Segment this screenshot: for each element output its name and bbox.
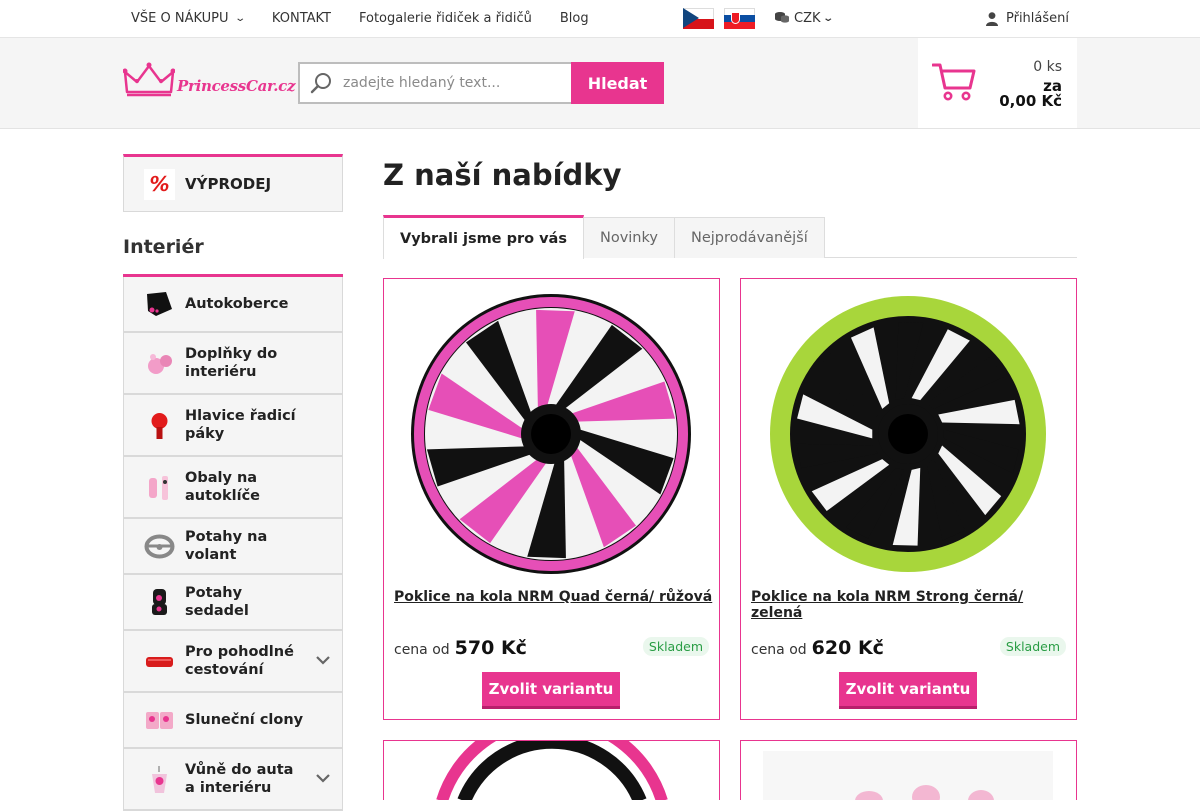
price-value: 620 Kč xyxy=(811,637,884,659)
top-bar: VŠE O NÁKUPU ⌄ KONTAKT Fotogalerie řidič… xyxy=(0,0,1200,38)
slovak-flag-icon[interactable] xyxy=(724,8,755,29)
nav-item-label: KONTAKT xyxy=(271,11,331,26)
cart-count: 0 ks xyxy=(1033,59,1062,75)
sidebar-item-vune[interactable]: Vůně do auta a interiéru xyxy=(123,749,343,811)
sidebar-item-label: Vůně do auta a interiéru xyxy=(185,762,294,796)
page-title: Z naší nabídky xyxy=(383,158,622,192)
category-list: Autokoberce Doplňky do interiéru Hlavice… xyxy=(123,274,343,811)
currency-selector[interactable]: CZK ⌄ xyxy=(775,0,834,37)
main-content: Z naší nabídky Vybrali jsme pro vás Novi… xyxy=(383,154,1077,800)
hubcap-image xyxy=(411,294,691,574)
sidebar-item-potahy-sedadel[interactable]: Potahy sedadel xyxy=(123,575,343,631)
price-prefix: cena od xyxy=(394,642,450,658)
sidebar-item-slunecni-clony[interactable]: Sluneční clony xyxy=(123,693,343,749)
cart-total: 0,00 Kč xyxy=(999,92,1062,110)
login-label: Přihlášení xyxy=(1005,11,1069,26)
sidebar-item-vyprodej[interactable]: % VÝPRODEJ xyxy=(123,154,343,212)
chevron-down-icon[interactable] xyxy=(316,655,330,665)
price-prefix: cena od xyxy=(751,642,807,658)
seat-cover-icon xyxy=(144,587,175,618)
product-grid: Poklice na kola NRM Quad černá/ růžová c… xyxy=(383,278,1077,800)
login-link[interactable]: Přihlášení xyxy=(985,0,1069,37)
crown-icon xyxy=(123,62,175,97)
language-switcher xyxy=(683,8,755,29)
sidebar-item-label: Potahy na volant xyxy=(185,529,268,563)
sidebar-item-potahy-volant[interactable]: Potahy na volant xyxy=(123,519,343,575)
sidebar-item-pro-pohodlne[interactable]: Pro pohodlné cestování xyxy=(123,631,343,693)
choose-variant-button[interactable]: Zvolit variantu xyxy=(482,672,620,709)
stock-badge: Skladem xyxy=(999,637,1066,656)
nav-item-kontakt[interactable]: KONTAKT xyxy=(272,11,331,26)
gear-knob-icon xyxy=(144,410,175,441)
chevron-down-icon[interactable] xyxy=(316,773,330,783)
stock-badge: Skladem xyxy=(642,637,709,656)
user-icon xyxy=(985,11,998,26)
steering-wheel-icon xyxy=(144,531,175,562)
car-mat-icon xyxy=(144,289,175,320)
cart-widget[interactable]: 0 ks za 0,00 Kč xyxy=(918,38,1077,128)
product-card xyxy=(383,740,720,800)
sidebar-item-hlavice[interactable]: Hlavice řadicí páky xyxy=(123,395,343,457)
product-name[interactable]: Poklice na kola NRM Strong černá/ zelená xyxy=(751,589,1076,621)
product-price: cena od 620 Kč xyxy=(751,637,884,659)
price-value: 570 Kč xyxy=(454,637,527,659)
search-button[interactable]: Hledat xyxy=(571,62,664,104)
header: PrincessCar.cz Hledat 0 ks za 0,00 Kč xyxy=(0,38,1200,129)
air-freshener-icon xyxy=(144,764,175,795)
accessories-icon xyxy=(144,348,175,379)
choose-variant-button[interactable]: Zvolit variantu xyxy=(839,672,977,709)
product-tabs: Vybrali jsme pro vás Novinky Nejprodávan… xyxy=(383,215,1077,259)
currency-label: CZK xyxy=(794,11,821,26)
product-name[interactable]: Poklice na kola NRM Quad černá/ růžová xyxy=(394,589,712,605)
nav-item-label: VŠE O NÁKUPU xyxy=(131,11,229,26)
product-card xyxy=(740,740,1077,800)
product-image[interactable] xyxy=(410,293,692,575)
search-icon xyxy=(310,73,331,94)
chevron-down-icon: ⌄ xyxy=(821,13,834,24)
tab-vybrali-jsme[interactable]: Vybrali jsme pro vás xyxy=(383,215,584,259)
nav-item-blog[interactable]: Blog xyxy=(560,11,589,26)
sidebar-item-label: Doplňky do interiéru xyxy=(185,346,278,380)
sidebar-item-autokoberce[interactable]: Autokoberce xyxy=(123,277,343,333)
sidebar-item-label: Autokoberce xyxy=(185,296,289,312)
sidebar: % VÝPRODEJ Interiér Autokoberce Doplňky … xyxy=(123,154,343,811)
percent-icon: % xyxy=(144,168,175,200)
tab-novinky[interactable]: Novinky xyxy=(583,217,675,258)
product-card: Poklice na kola NRM Strong černá/ zelená… xyxy=(740,278,1077,720)
sidebar-item-label: Sluneční clony xyxy=(185,712,304,728)
chevron-down-icon: ⌄ xyxy=(233,13,246,24)
product-card: Poklice na kola NRM Quad černá/ růžová c… xyxy=(383,278,720,720)
nav-item-vse-o-nakupu[interactable]: VŠE O NÁKUPU ⌄ xyxy=(131,11,246,26)
section-title: Interiér xyxy=(123,236,204,258)
logo-text: PrincessCar.cz xyxy=(177,77,296,95)
search-form: Hledat xyxy=(298,62,664,104)
search-box xyxy=(298,62,571,104)
nav-item-label: Fotogalerie řidiček a řidičů xyxy=(358,11,532,26)
product-image xyxy=(763,751,1053,800)
sidebar-item-label: Obaly na autoklíče xyxy=(185,470,261,504)
product-price: cena od 570 Kč xyxy=(394,637,527,659)
sidebar-item-obaly[interactable]: Obaly na autoklíče xyxy=(123,457,343,519)
sidebar-item-label: Pro pohodlné cestování xyxy=(185,644,294,678)
product-image[interactable] xyxy=(767,293,1049,575)
sun-shade-icon xyxy=(144,705,175,736)
hubcap-image xyxy=(436,741,668,800)
czech-flag-icon[interactable] xyxy=(683,8,714,29)
nav-item-label: Blog xyxy=(559,11,589,26)
search-input[interactable] xyxy=(343,75,553,91)
top-nav: VŠE O NÁKUPU ⌄ KONTAKT Fotogalerie řidič… xyxy=(131,0,617,37)
nav-item-fotogalerie[interactable]: Fotogalerie řidiček a řidičů xyxy=(359,11,532,26)
key-cover-icon xyxy=(144,472,175,503)
site-logo[interactable]: PrincessCar.cz xyxy=(123,62,296,104)
coins-icon xyxy=(775,11,789,27)
tab-nejprodavanejsi[interactable]: Nejprodávanější xyxy=(674,217,825,258)
sidebar-item-label: Hlavice řadicí páky xyxy=(185,408,296,442)
sidebar-item-label: Potahy sedadel xyxy=(185,585,249,619)
cart-icon xyxy=(932,63,976,101)
hubcap-image xyxy=(770,296,1046,572)
sidebar-item-label: VÝPRODEJ xyxy=(185,175,272,193)
sidebar-item-doplnky[interactable]: Doplňky do interiéru xyxy=(123,333,343,395)
travel-pillow-icon xyxy=(144,646,175,677)
